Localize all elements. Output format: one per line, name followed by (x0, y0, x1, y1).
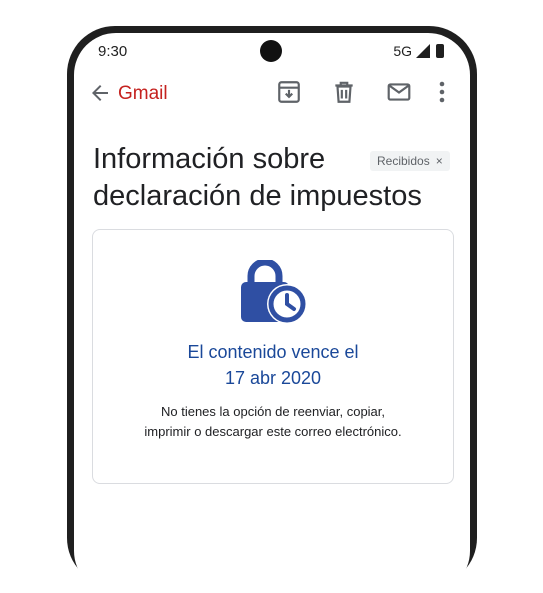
status-time: 9:30 (98, 43, 128, 60)
signal-icon (416, 44, 430, 58)
phone-screen: 9:30 5G Gmail Información sobre Recibido… (74, 33, 470, 593)
app-title: Gmail (118, 83, 168, 104)
restriction-note-line1: No tienes la opción de reenviar, copiar, (160, 404, 386, 419)
trash-icon[interactable] (331, 79, 357, 105)
label-chip-text: Recibidos (377, 154, 430, 168)
network-label: 5G (393, 43, 412, 59)
expiry-text-line1: El contenido vence el (187, 342, 359, 362)
status-icons: 5G (393, 43, 444, 59)
email-subject-line2: declaración de impuestos (93, 180, 422, 212)
mail-icon[interactable] (386, 79, 412, 105)
status-bar: 9:30 5G (74, 33, 470, 71)
label-chip-inbox[interactable]: Recibidos × (370, 151, 450, 171)
lock-clock-icon (241, 260, 307, 324)
close-icon[interactable]: × (436, 154, 443, 168)
archive-icon[interactable] (276, 79, 302, 105)
email-subject-line1: Información sobre (93, 143, 326, 175)
confidential-mode-card: El contenido vence el 17 abr 2020 No tie… (92, 229, 454, 484)
expiry-date: 17 abr 2020 (224, 368, 322, 388)
restriction-note-line2: imprimir o descargar este correo electró… (144, 424, 402, 439)
more-vert-icon[interactable] (432, 79, 452, 105)
back-arrow-icon[interactable] (88, 81, 112, 105)
battery-icon (436, 44, 444, 58)
app-bar: Gmail (74, 73, 470, 113)
camera-cutout (260, 40, 282, 62)
